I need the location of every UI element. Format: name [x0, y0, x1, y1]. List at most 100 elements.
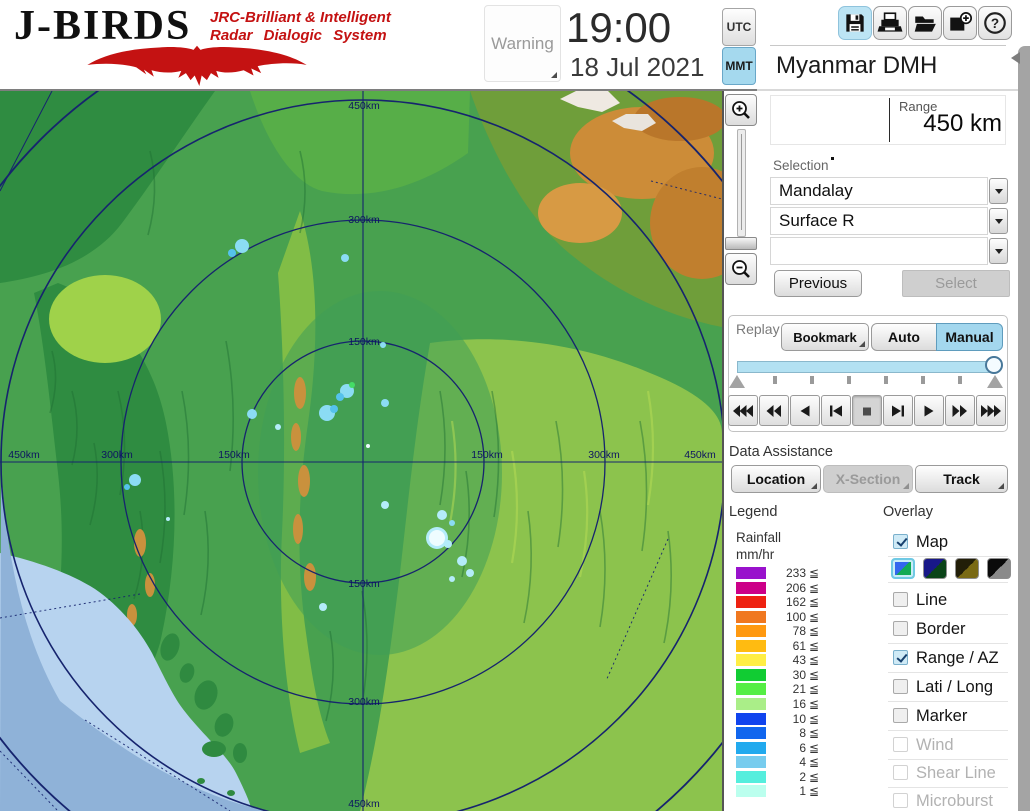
- triple-right-icon: [980, 404, 1002, 418]
- map-style-navy-darkgreen-swatch[interactable]: [923, 558, 947, 579]
- legend-comparator: ≦: [809, 770, 819, 784]
- legend-comparator: ≦: [809, 682, 819, 696]
- timezone-button-mmt[interactable]: MMT: [722, 47, 756, 85]
- jbirds-application-window: J-BIRDS JRC-Brilliant & Intelligent Rada…: [0, 0, 1030, 811]
- panel-collapse-arrow-icon[interactable]: [1011, 52, 1020, 64]
- overlay-item-microburst: Microburst: [888, 788, 1008, 811]
- overlay-checkbox-lati-long[interactable]: [893, 679, 908, 694]
- legend-value: 61: [766, 639, 806, 653]
- button-label: Location: [747, 471, 805, 487]
- overlay-checkbox-microburst: [893, 793, 908, 808]
- step-backward-button[interactable]: [821, 395, 851, 426]
- overlay-checkbox-wind: [893, 737, 908, 752]
- legend-row: 30≦: [736, 668, 819, 681]
- step-forward-button[interactable]: [883, 395, 913, 426]
- print-button[interactable]: [873, 6, 907, 40]
- slider-tick: [847, 376, 851, 384]
- x-section-button[interactable]: X-Section: [823, 465, 913, 493]
- legend-value: 43: [766, 653, 806, 667]
- replay-slider-handle[interactable]: [985, 356, 1003, 374]
- legend-row: 10≦: [736, 712, 819, 725]
- clock-time: 19:00: [566, 4, 716, 52]
- bookmark-button[interactable]: Bookmark: [781, 323, 869, 351]
- triple-left-icon: [732, 404, 754, 418]
- timezone-button-label: UTC: [727, 20, 752, 34]
- legend-row: 21≦: [736, 682, 819, 695]
- toolbar-divider: [770, 45, 1006, 46]
- panel-scrollbar[interactable]: [1018, 46, 1030, 811]
- logo-tagline-1: JRC-Brilliant & Intelligent: [210, 9, 391, 26]
- svg-text:?: ?: [991, 16, 999, 31]
- previous-button[interactable]: Previous: [774, 270, 862, 297]
- add-image-button[interactable]: [943, 6, 977, 40]
- location-button[interactable]: Location: [731, 465, 821, 493]
- track-button[interactable]: Track: [915, 465, 1008, 493]
- overlay-item-line: Line: [888, 587, 1008, 615]
- overlay-checkbox-marker[interactable]: [893, 708, 908, 723]
- bookmark-button-label: Bookmark: [793, 330, 857, 345]
- button-label: Track: [943, 471, 980, 487]
- open-folder-button[interactable]: [908, 6, 942, 40]
- dropdown-arrow-icon[interactable]: [989, 238, 1008, 264]
- map-style-blue-green-swatch[interactable]: [891, 558, 915, 579]
- overlay-checkbox-border[interactable]: [893, 621, 908, 636]
- fastest-forward-button[interactable]: [976, 395, 1006, 426]
- selection-dropdown-2[interactable]: [770, 237, 988, 265]
- stop-button[interactable]: [852, 395, 882, 426]
- legend-value: 162: [766, 595, 806, 609]
- dropdown-arrow-icon[interactable]: [989, 208, 1008, 234]
- overlay-item-shear-line: Shear Line: [888, 760, 1008, 788]
- legend-color-swatch: [736, 582, 766, 594]
- replay-label: Replay: [736, 321, 780, 337]
- overlay-item-lati-long: Lati / Long: [888, 674, 1008, 702]
- zoom-in-button[interactable]: [725, 94, 757, 126]
- legend-comparator: ≦: [809, 653, 819, 667]
- warning-button[interactable]: Warning: [484, 5, 561, 82]
- eagle-logo-icon: [10, 44, 384, 86]
- data-assistance-label: Data Assistance: [729, 444, 833, 460]
- select-button[interactable]: Select: [902, 270, 1010, 297]
- single-left-icon: [794, 404, 816, 418]
- legend-row: 78≦: [736, 624, 819, 637]
- bar-right-icon: [887, 404, 909, 418]
- selection-dropdown-0[interactable]: Mandalay: [770, 177, 988, 205]
- legend-color-swatch: [736, 669, 766, 681]
- fast-forward-button[interactable]: [945, 395, 975, 426]
- selection-dropdown-1[interactable]: Surface R: [770, 207, 988, 235]
- replay-slider-track[interactable]: [737, 361, 995, 373]
- map-style-olive-swatch[interactable]: [955, 558, 979, 579]
- legend-comparator: ≦: [809, 610, 819, 624]
- overlay-checkbox-map[interactable]: [893, 534, 908, 549]
- legend-row: 4≦: [736, 755, 819, 768]
- save-button[interactable]: [838, 6, 872, 40]
- overlay-item-marker: Marker: [888, 703, 1008, 731]
- legend-comparator: ≦: [809, 624, 819, 638]
- radar-map-viewport[interactable]: 450km300km150km150km300km450km450km300km…: [0, 91, 722, 811]
- overlay-checkbox-range-az[interactable]: [893, 650, 908, 665]
- help-button[interactable]: ?: [978, 6, 1012, 40]
- legend-row: 100≦: [736, 610, 819, 623]
- fast-rewind-button[interactable]: [759, 395, 789, 426]
- legend-value: 10: [766, 712, 806, 726]
- zoom-out-button[interactable]: [725, 253, 757, 285]
- timezone-button-utc[interactable]: UTC: [722, 8, 756, 46]
- open-folder-icon: [912, 10, 938, 36]
- play-forward-button[interactable]: [914, 395, 944, 426]
- map-style-grayscale-swatch[interactable]: [987, 558, 1011, 579]
- auto-mode-button[interactable]: Auto: [871, 323, 937, 351]
- manual-mode-button[interactable]: Manual: [936, 323, 1003, 351]
- svg-text:150km: 150km: [348, 336, 380, 348]
- timezone-button-label: MMT: [725, 59, 752, 73]
- overlay-item-range-az: Range / AZ: [888, 645, 1008, 673]
- dropdown-arrow-icon[interactable]: [989, 178, 1008, 204]
- zoom-slider-handle[interactable]: [725, 237, 757, 250]
- play-backward-button[interactable]: [790, 395, 820, 426]
- legend-color-swatch: [736, 771, 766, 783]
- legend-color-swatch: [736, 698, 766, 710]
- overlay-item-label: Border: [916, 616, 966, 643]
- zoom-slider-track[interactable]: [737, 129, 746, 237]
- overlay-checkbox-line[interactable]: [893, 592, 908, 607]
- fastest-rewind-button[interactable]: [728, 395, 758, 426]
- legend-comparator: ≦: [809, 726, 819, 740]
- help-icon: ?: [982, 10, 1008, 36]
